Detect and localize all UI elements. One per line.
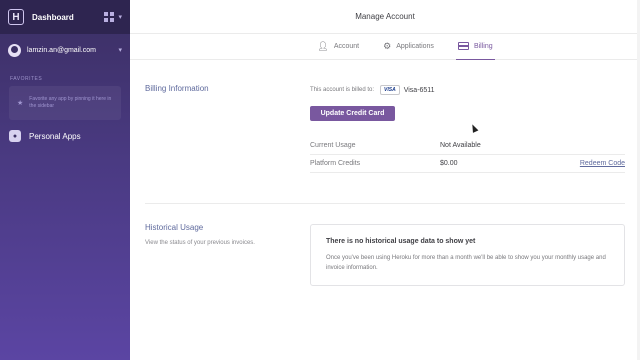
billing-section-title: Billing Information bbox=[145, 84, 209, 93]
person-icon: 👤︎ bbox=[317, 41, 329, 51]
credits-row: Platform Credits $0.00 Redeem Code bbox=[310, 154, 625, 172]
favorites-label: FAVORITES bbox=[10, 76, 43, 82]
avatar bbox=[8, 43, 21, 57]
row-label: Current Usage bbox=[310, 141, 356, 149]
sidebar-item-label: Personal Apps bbox=[29, 131, 81, 141]
tab-label: Account bbox=[333, 43, 360, 50]
tab-label: Applications bbox=[396, 43, 434, 50]
empty-state-title: There is no historical usage data to sho… bbox=[326, 238, 476, 245]
chevron-down-icon[interactable]: ▾ bbox=[118, 13, 122, 21]
visa-card-icon: VISA bbox=[380, 85, 400, 95]
billed-to-line: This account is billed to: VISA Visa-651… bbox=[310, 85, 435, 95]
apps-grid-icon[interactable] bbox=[104, 12, 115, 22]
main-content: Manage Account 👤︎ Account ⚙ Applications… bbox=[130, 0, 640, 360]
personal-apps-icon: ● bbox=[9, 130, 21, 142]
gear-icon: ⚙ bbox=[383, 41, 392, 51]
section-divider bbox=[145, 203, 625, 204]
historical-section-title: Historical Usage bbox=[145, 223, 204, 232]
sidebar: H Dashboard ▾ lamzin.an@gmail.com ▾ FAVO… bbox=[0, 0, 130, 360]
sidebar-header: H Dashboard ▾ bbox=[0, 0, 130, 34]
heroku-logo-icon[interactable]: H bbox=[8, 9, 24, 25]
chevron-down-icon[interactable]: ▾ bbox=[118, 46, 122, 54]
redeem-code-link[interactable]: Redeem Code bbox=[580, 160, 625, 167]
account-switcher[interactable]: lamzin.an@gmail.com ▾ bbox=[0, 38, 130, 62]
tab-bar: 👤︎ Account ⚙ Applications Billing bbox=[130, 34, 640, 60]
empty-state-text: Once you've been using Heroku for more t… bbox=[326, 255, 606, 271]
row-value: Not Available bbox=[440, 141, 481, 149]
card-number: Visa-6511 bbox=[403, 86, 435, 94]
row-divider bbox=[310, 172, 625, 173]
historical-description: View the status of your previous invoice… bbox=[145, 240, 255, 246]
top-bar: Manage Account bbox=[130, 0, 640, 34]
row-label: Platform Credits bbox=[310, 159, 361, 167]
account-email: lamzin.an@gmail.com bbox=[27, 46, 96, 54]
favorites-hint: Favorite any app by pinning it here in t… bbox=[29, 96, 112, 109]
star-icon: ★ bbox=[17, 100, 24, 107]
billed-to-label: This account is billed to: bbox=[310, 87, 375, 93]
dashboard-title[interactable]: Dashboard bbox=[32, 13, 104, 22]
update-credit-card-button[interactable]: Update Credit Card bbox=[310, 106, 395, 121]
historical-empty-state: There is no historical usage data to sho… bbox=[310, 224, 625, 286]
tab-applications[interactable]: ⚙ Applications bbox=[381, 34, 436, 60]
credit-card-icon bbox=[457, 42, 469, 50]
mouse-cursor-icon bbox=[469, 123, 479, 133]
page-title: Manage Account bbox=[355, 12, 415, 21]
row-value: $0.00 bbox=[440, 159, 458, 167]
tab-account[interactable]: 👤︎ Account bbox=[315, 34, 361, 60]
tab-billing[interactable]: Billing bbox=[455, 34, 495, 60]
usage-row: Current Usage Not Available bbox=[310, 136, 625, 154]
tab-label: Billing bbox=[473, 42, 493, 50]
sidebar-item-personal-apps[interactable]: ● Personal Apps bbox=[0, 130, 130, 142]
favorites-placeholder: ★ Favorite any app by pinning it here in… bbox=[9, 86, 121, 120]
